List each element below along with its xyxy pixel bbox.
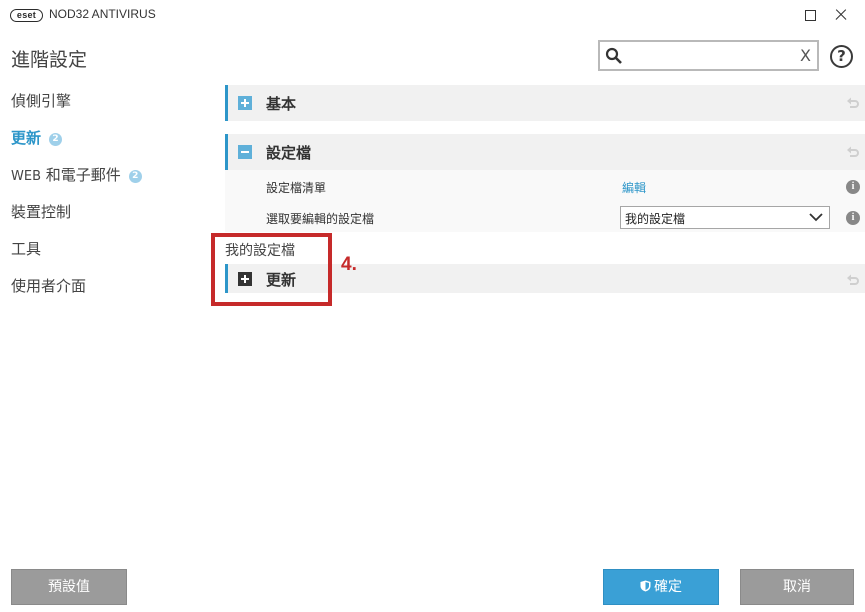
search-clear-icon[interactable]: X [800,46,811,66]
select-value: 我的設定檔 [625,212,686,226]
default-button[interactable]: 預設值 [11,569,127,605]
maximize-icon[interactable] [798,4,822,26]
eset-logo: eset [10,9,43,22]
section-title: 基本 [266,95,297,113]
expand-icon[interactable] [238,96,252,110]
sidebar-item-label: 更新 [11,129,42,147]
revert-icon[interactable] [846,272,860,286]
cancel-button[interactable]: 取消 [740,569,854,605]
edit-link[interactable]: 編輯 [622,179,646,196]
close-icon[interactable] [829,4,853,26]
shield-icon [640,580,651,592]
sidebar-item-tools[interactable]: 工具 [11,238,41,259]
section-title: 設定檔 [266,144,312,162]
sidebar-item-label: 工具 [11,240,42,258]
sidebar-item-web-email[interactable]: WEB 和電子郵件 2 [11,164,142,185]
search-input[interactable] [628,46,792,67]
sidebar-item-update[interactable]: 更新 2 [11,127,63,148]
profile-list-label: 設定檔清單 [266,181,327,195]
sidebar-item-user-interface[interactable]: 使用者介面 [11,275,86,296]
sidebar-item-device-control[interactable]: 裝置控制 [11,201,71,222]
help-icon[interactable]: ? [830,45,853,68]
search-icon [605,47,622,64]
section-basic[interactable]: 基本 [225,85,865,121]
page-title: 進階設定 [11,49,88,71]
sidebar-item-label: 使用者介面 [11,277,87,295]
collapse-icon[interactable] [238,145,252,159]
sidebar-item-label: 裝置控制 [11,203,72,221]
sidebar-item-label: 偵側引擎 [11,92,72,110]
notification-badge: 2 [49,133,63,146]
sidebar-item-label: 和電子郵件 [41,166,121,184]
sidebar-item-detection-engine[interactable]: 偵側引擎 [11,90,71,111]
callout-step-number: 4. [341,254,357,275]
section-profiles[interactable]: 設定檔 [225,134,865,170]
callout-highlight-box [211,233,332,306]
notification-badge: 2 [128,170,142,183]
revert-icon[interactable] [846,95,860,109]
search-box[interactable]: X [598,40,819,71]
chevron-down-icon [809,213,823,222]
ok-button[interactable]: 確定 [603,569,719,605]
info-icon[interactable]: i [846,180,860,194]
ok-button-label: 確定 [654,579,682,595]
info-icon[interactable]: i [846,211,860,225]
product-name: NOD32 ANTIVIRUS [49,7,156,21]
select-profile-label: 選取要編輯的設定檔 [266,212,375,226]
sidebar-item-label-prefix: WEB [11,169,41,184]
revert-icon[interactable] [846,144,860,158]
profile-select[interactable]: 我的設定檔 [620,206,830,229]
